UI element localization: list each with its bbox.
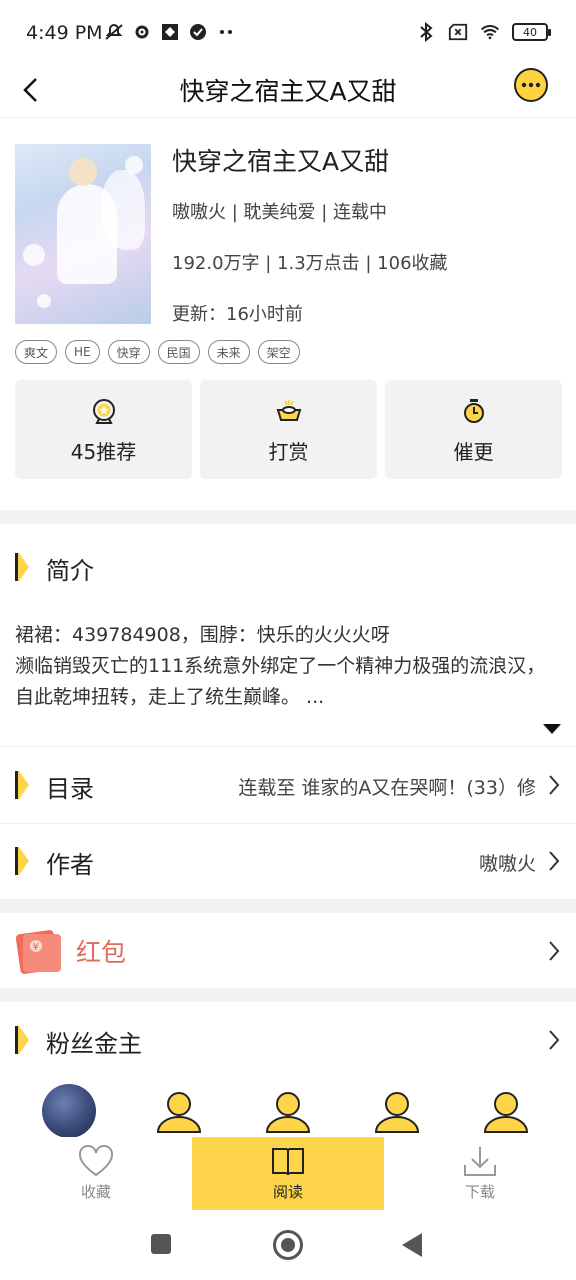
more-button[interactable] <box>514 68 548 102</box>
recommend-button[interactable]: 45推荐 <box>15 380 192 479</box>
status-icons-left <box>104 22 236 42</box>
section-divider <box>0 510 576 524</box>
tag[interactable]: 快穿 <box>107 340 150 364</box>
chevron-right-icon <box>544 848 564 874</box>
download-icon <box>464 1147 496 1176</box>
system-nav-bar <box>0 1210 576 1280</box>
fan-avatar[interactable] <box>42 1084 96 1138</box>
reward-button[interactable]: 打赏 <box>200 380 377 479</box>
download-label: 下载 <box>464 1183 495 1201</box>
recommend-icon <box>92 399 115 424</box>
more-dots-icon <box>521 82 541 88</box>
urge-update-label: 催更 <box>453 440 494 464</box>
no-sim-icon <box>448 22 468 42</box>
top-app-bar: 快穿之宿主又A又甜 <box>0 62 576 118</box>
intro-text[interactable]: 裙裙：439784908，围脖：快乐的火火火呀 濒临销毁灭亡的111系统意外绑定… <box>15 620 560 713</box>
author-title: 作者 <box>46 851 94 879</box>
mute-icon <box>104 22 124 42</box>
section-marker-icon <box>15 553 29 581</box>
default-avatar-icon[interactable] <box>261 1084 315 1138</box>
more-dots-icon <box>216 22 236 42</box>
fans-title: 粉丝金主 <box>46 1030 142 1058</box>
tag-list: 爽文 HE 快穿 民国 未来 架空 <box>15 340 300 364</box>
chevron-right-icon <box>544 1027 564 1053</box>
tag[interactable]: 未来 <box>207 340 250 364</box>
favorite-button[interactable]: 收藏 <box>0 1137 192 1210</box>
tag[interactable]: HE <box>65 340 100 364</box>
check-circle-icon <box>188 22 208 42</box>
row-divider <box>0 823 576 824</box>
favorite-label: 收藏 <box>80 1183 111 1201</box>
section-marker-icon <box>15 771 29 799</box>
red-packet-icon: ¥ <box>16 930 61 974</box>
urge-update-button[interactable]: 催更 <box>385 380 562 479</box>
gear-icon <box>132 22 152 42</box>
tag[interactable]: 架空 <box>257 340 300 364</box>
book-title: 快穿之宿主又A又甜 <box>172 147 390 176</box>
recents-icon[interactable] <box>151 1234 171 1254</box>
expand-icon[interactable] <box>543 724 561 734</box>
default-avatar-icon[interactable] <box>479 1084 533 1138</box>
back-triangle-icon[interactable] <box>402 1233 422 1257</box>
book-stats: 192.0万字 | 1.3万点击 | 106收藏 <box>172 253 448 274</box>
chevron-right-icon <box>544 772 564 798</box>
wifi-icon <box>480 22 500 42</box>
read-label: 阅读 <box>272 1183 303 1201</box>
tag[interactable]: 民国 <box>157 340 200 364</box>
section-marker-icon <box>15 847 29 875</box>
catalog-title: 目录 <box>46 775 94 803</box>
stopwatch-icon <box>463 399 484 423</box>
row-divider <box>0 746 576 747</box>
heart-icon <box>78 1145 114 1177</box>
app-icon <box>160 22 180 42</box>
bluetooth-icon <box>416 22 436 42</box>
action-cards: 45推荐 打赏 催更 <box>15 380 562 479</box>
section-marker-icon <box>15 1026 29 1054</box>
read-button[interactable]: 阅读 <box>192 1137 384 1210</box>
recommend-label: 45推荐 <box>70 440 137 464</box>
intro-line-1: 裙裙：439784908，围脖：快乐的火火火呀 <box>15 624 390 646</box>
gold-ingot-icon <box>276 400 301 421</box>
status-bar: 4:49 PM 40 <box>0 0 576 62</box>
fan-avatars <box>0 1084 576 1138</box>
author-name: 嗷嗷火 <box>478 853 536 875</box>
book-open-icon <box>272 1148 304 1176</box>
intro-line-2: 濒临销毁灭亡的111系统意外绑定了一个精神力极强的流浪汉，自此乾坤扭转，走上了统… <box>15 655 546 708</box>
book-author-genre-status: 嗷嗷火 | 耽美纯爱 | 连载中 <box>172 202 388 223</box>
status-icons-right: 40 <box>416 22 551 42</box>
status-time: 4:49 PM <box>26 22 103 44</box>
section-divider <box>0 988 576 1002</box>
default-avatar-icon[interactable] <box>152 1084 206 1138</box>
red-packet-label: 红包 <box>76 938 127 967</box>
catalog-latest-chapter: 连载至 谁家的A又在哭啊！(33）修 <box>238 777 536 799</box>
page-title: 快穿之宿主又A又甜 <box>179 77 397 106</box>
section-divider <box>0 899 576 913</box>
download-button[interactable]: 下载 <box>384 1137 576 1210</box>
home-icon[interactable] <box>273 1230 303 1260</box>
svg-text:¥: ¥ <box>33 942 39 953</box>
tag[interactable]: 爽文 <box>15 340 58 364</box>
intro-title: 简介 <box>46 557 94 585</box>
default-avatar-icon[interactable] <box>370 1084 424 1138</box>
battery-icon: 40 <box>512 23 551 41</box>
reward-label: 打赏 <box>268 440 309 464</box>
book-cover-image[interactable] <box>15 144 151 324</box>
bottom-action-bar: 收藏 阅读 下载 <box>0 1137 576 1210</box>
chevron-right-icon <box>544 938 564 964</box>
book-update-time: 更新：16小时前 <box>172 304 303 325</box>
